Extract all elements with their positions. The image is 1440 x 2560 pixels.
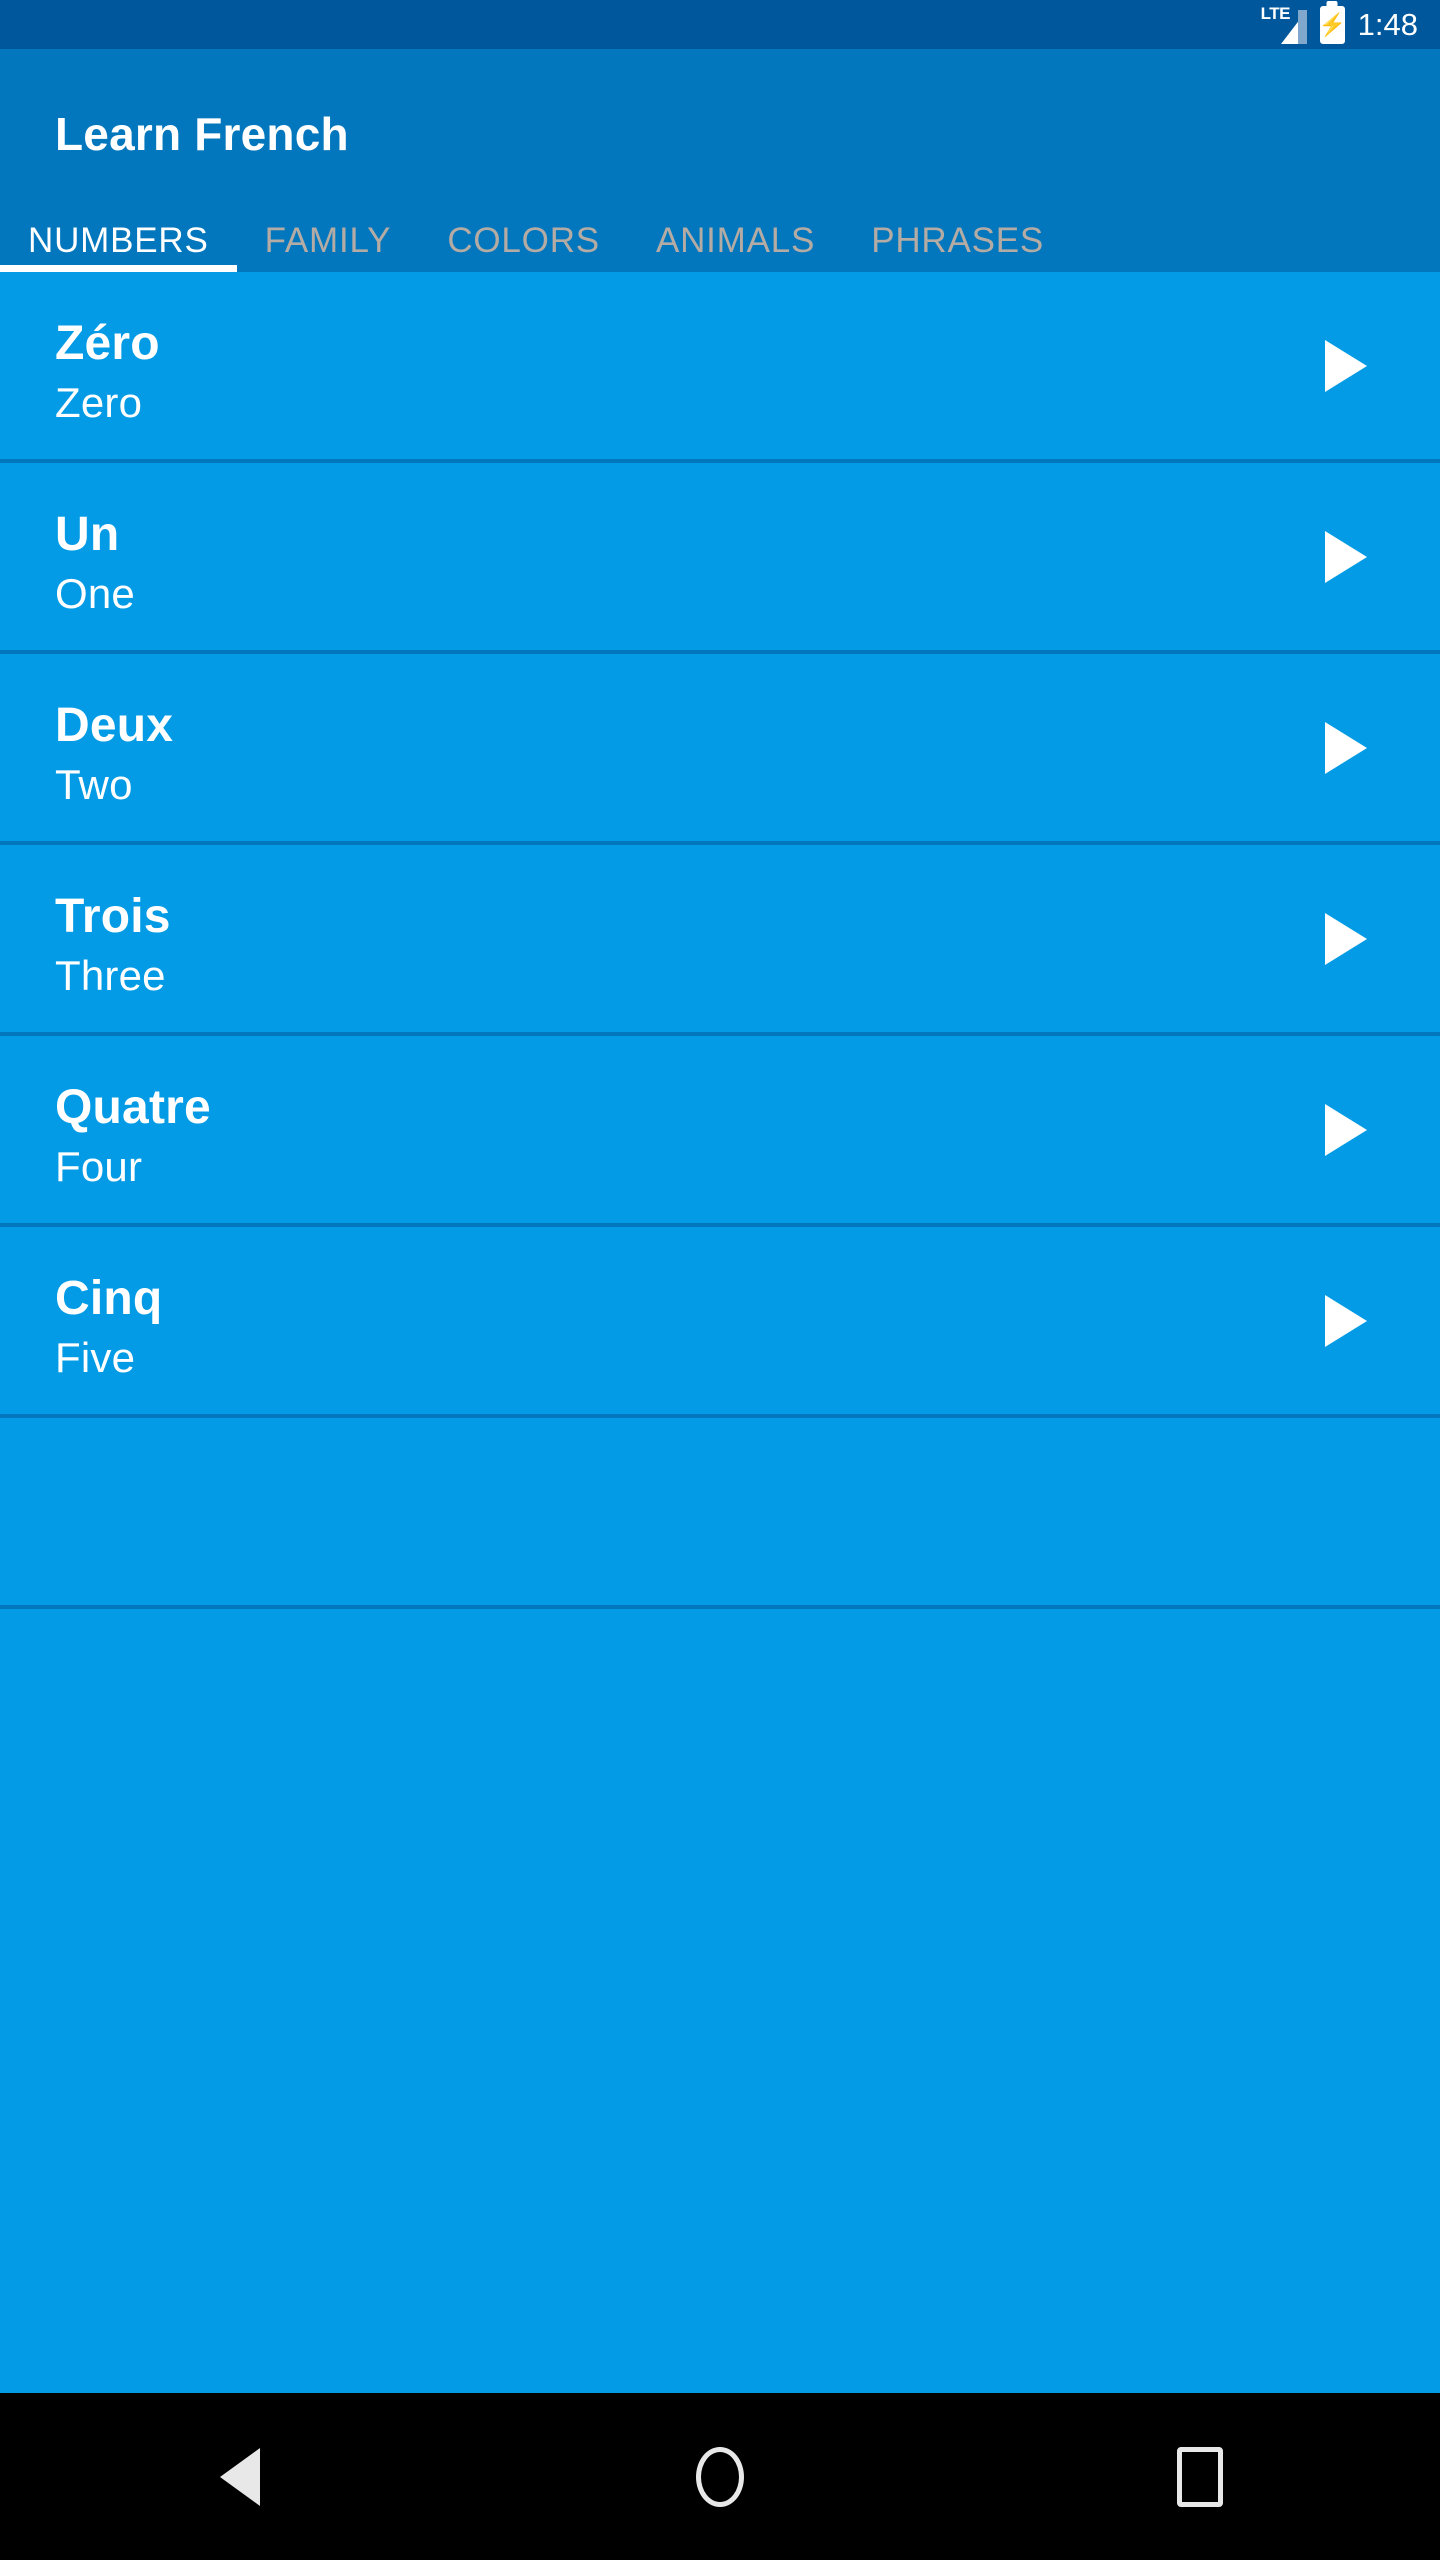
list-item-texts: Zéro Zero bbox=[55, 316, 160, 428]
word-english: One bbox=[55, 570, 135, 617]
list-item[interactable]: Trois Three bbox=[0, 845, 1440, 1036]
tab-label: PHRASES bbox=[871, 221, 1045, 260]
word-english: Two bbox=[55, 761, 133, 808]
android-navigation-bar bbox=[0, 2393, 1440, 2560]
signal-triangle-dim bbox=[1297, 10, 1307, 44]
circle-icon bbox=[696, 2446, 744, 2507]
status-bar-clock: 1:48 bbox=[1357, 7, 1418, 42]
signal-bars-icon: LTE bbox=[1261, 5, 1307, 44]
battery-charging-icon: ⚡ bbox=[1318, 6, 1346, 44]
triangle-left-icon bbox=[220, 2447, 260, 2506]
tab-label: FAMILY bbox=[264, 221, 392, 260]
list-item[interactable]: Un One bbox=[0, 463, 1440, 654]
list-item-texts: Deux Two bbox=[55, 698, 173, 810]
charging-bolt-glyph: ⚡ bbox=[1318, 12, 1346, 37]
list-item[interactable] bbox=[0, 1418, 1440, 1609]
tab-label: ANIMALS bbox=[655, 221, 816, 260]
tab-label: NUMBERS bbox=[28, 221, 209, 260]
app-bar: Learn French NUMBERS FAMILY COLORS ANIMALS P… bbox=[0, 49, 1440, 272]
play-triangle-icon[interactable] bbox=[1325, 721, 1367, 774]
app-root: LTE ⚡ 1:48 Learn French NUMBERS FAMILY COL… bbox=[0, 0, 1440, 2560]
list-item-texts: Cinq Five bbox=[55, 1271, 162, 1383]
tab-animals[interactable]: ANIMALS bbox=[628, 191, 843, 272]
tab-colors[interactable]: COLORS bbox=[419, 191, 628, 272]
word-french: Zéro bbox=[55, 317, 160, 370]
tab-label: COLORS bbox=[447, 221, 600, 260]
word-french: Deux bbox=[55, 699, 174, 752]
word-list[interactable]: Zéro Zero Un One Deux Two Trois Three Quatre Four… bbox=[0, 272, 1440, 2393]
nav-home-button[interactable] bbox=[480, 2393, 960, 2560]
list-item[interactable]: Cinq Five bbox=[0, 1227, 1440, 1418]
list-item[interactable]: Quatre Four bbox=[0, 1036, 1440, 1227]
tab-phrases[interactable]: PHRASES bbox=[843, 191, 1072, 272]
play-triangle-icon[interactable] bbox=[1325, 530, 1367, 583]
tab-family[interactable]: FAMILY bbox=[237, 191, 420, 272]
status-bar-icons: LTE ⚡ 1:48 bbox=[1261, 0, 1418, 49]
word-english: Zero bbox=[55, 379, 143, 426]
play-triangle-icon[interactable] bbox=[1325, 339, 1367, 392]
nav-back-button[interactable] bbox=[0, 2393, 480, 2560]
word-french: Un bbox=[55, 508, 120, 561]
nav-recents-button[interactable] bbox=[960, 2393, 1440, 2560]
word-english: Three bbox=[55, 952, 166, 999]
play-triangle-icon[interactable] bbox=[1325, 1103, 1367, 1156]
list-item-texts: Un One bbox=[55, 507, 135, 619]
tab-selected-indicator bbox=[0, 265, 237, 272]
square-icon bbox=[1177, 2446, 1223, 2507]
play-triangle-icon[interactable] bbox=[1325, 912, 1367, 965]
word-french: Trois bbox=[55, 890, 171, 943]
tab-numbers[interactable]: NUMBERS bbox=[0, 191, 237, 272]
word-english: Five bbox=[55, 1334, 136, 1381]
list-item[interactable]: Deux Two bbox=[0, 654, 1440, 845]
list-item-texts: Quatre Four bbox=[55, 1080, 211, 1192]
list-item[interactable]: Zéro Zero bbox=[0, 272, 1440, 463]
list-item-texts: Trois Three bbox=[55, 889, 171, 1001]
page-title: Learn French bbox=[55, 108, 349, 160]
status-bar: LTE ⚡ 1:48 bbox=[0, 0, 1440, 49]
play-triangle-icon[interactable] bbox=[1325, 1294, 1367, 1347]
word-english: Four bbox=[55, 1143, 143, 1190]
tab-bar: NUMBERS FAMILY COLORS ANIMALS PHRASES bbox=[0, 191, 1440, 272]
word-french: Cinq bbox=[55, 1272, 163, 1325]
word-french: Quatre bbox=[55, 1081, 211, 1134]
